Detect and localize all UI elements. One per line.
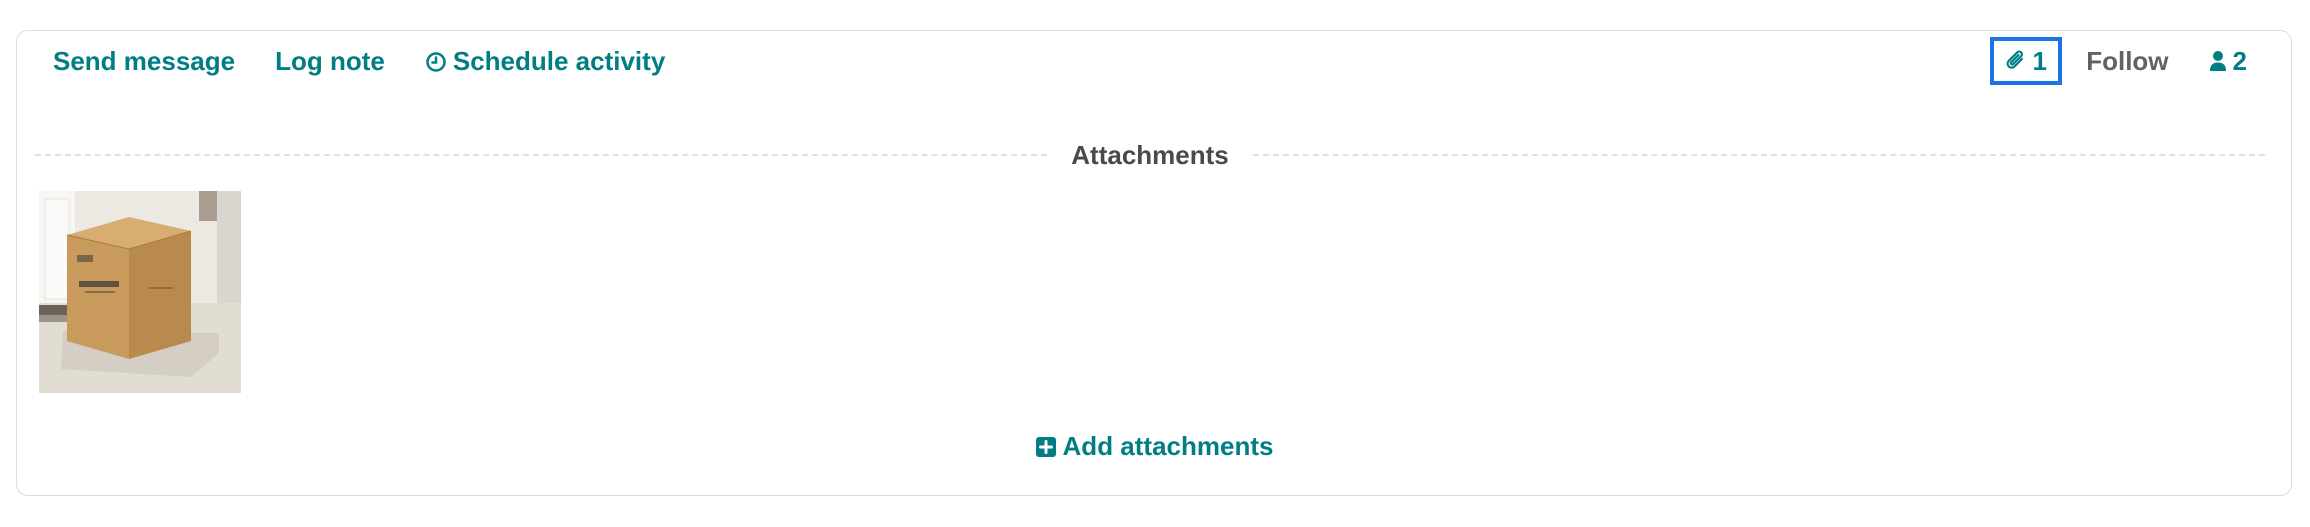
- chatter-actions: Send message Log note Schedule activity: [53, 46, 705, 77]
- chatter-right-actions: 1 Follow 2: [1990, 37, 2291, 85]
- add-attachments-button[interactable]: Add attachments: [1035, 431, 1274, 462]
- send-message-label: Send message: [53, 46, 236, 76]
- add-attachments-row: Add attachments: [17, 431, 2291, 462]
- attachment-thumbnail[interactable]: [39, 191, 241, 393]
- chatter-panel: Send message Log note Schedule activity …: [16, 30, 2292, 496]
- follow-button[interactable]: Follow: [2086, 46, 2168, 77]
- attachment-count: 1: [2032, 45, 2047, 76]
- schedule-activity-button[interactable]: Schedule activity: [425, 46, 665, 77]
- add-attachments-label: Add attachments: [1062, 431, 1274, 461]
- cardboard-box-image: [39, 191, 241, 393]
- send-message-button[interactable]: Send message: [53, 46, 235, 77]
- followers-count: 2: [2232, 45, 2247, 76]
- chatter-topbar: Send message Log note Schedule activity …: [17, 31, 2291, 91]
- paperclip-icon: [2007, 50, 2024, 69]
- attachments-title: Attachments: [1071, 139, 1229, 170]
- log-note-label: Log note: [275, 46, 385, 76]
- attachments-section-header: Attachments: [35, 135, 2266, 175]
- user-icon: [2209, 51, 2226, 71]
- log-note-button[interactable]: Log note: [275, 46, 385, 77]
- clock-icon: [426, 51, 446, 72]
- divider-left: [35, 154, 1048, 156]
- attachment-counter-button[interactable]: 1: [1990, 37, 2063, 85]
- plus-square-icon: [1035, 436, 1056, 457]
- schedule-activity-label: Schedule activity: [452, 46, 666, 76]
- divider-right: [1252, 154, 2266, 156]
- followers-button[interactable]: 2: [2209, 46, 2247, 77]
